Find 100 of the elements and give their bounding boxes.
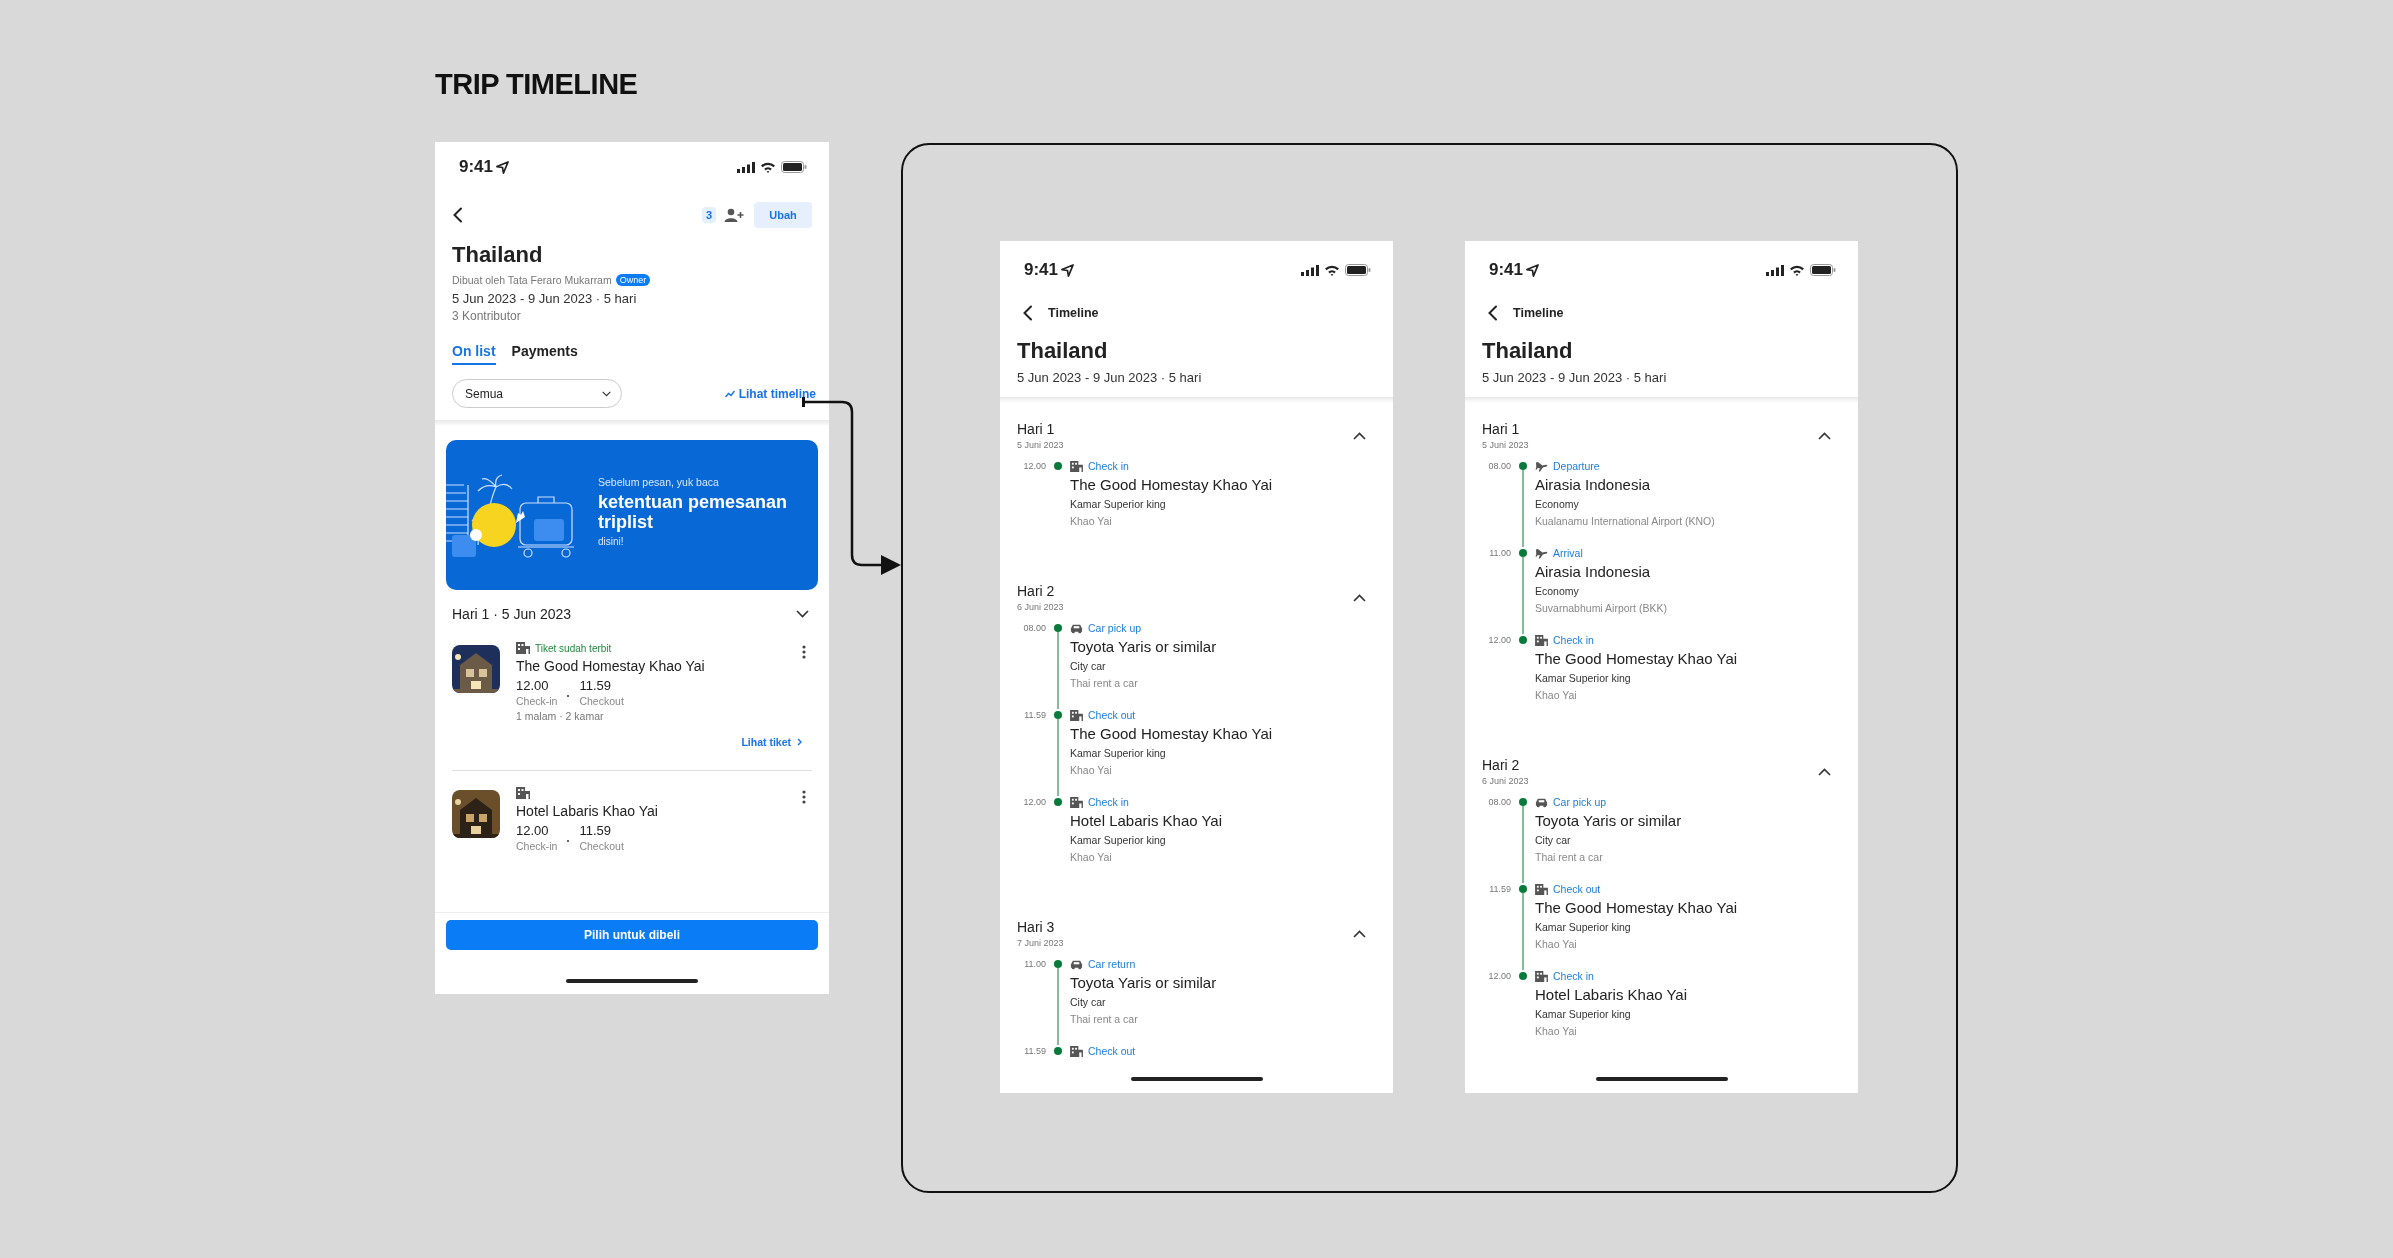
event-title: Toyota Yaris or similar — [1070, 638, 1217, 655]
banner-intro: Sebelum pesan, yuk baca — [598, 476, 720, 488]
day-date: 5 Juni 2023 — [1017, 440, 1064, 450]
event-detail: City car — [1070, 660, 1107, 672]
event-detail: Kamar Superior king — [1535, 672, 1632, 684]
trip-dates: 5 Jun 2023 - 9 Jun 2023 · 5 hari — [1482, 370, 1668, 385]
chevron-down-icon — [602, 390, 611, 397]
event-title: Hotel Labaris Khao Yai — [1070, 812, 1223, 829]
wifi-icon — [1789, 264, 1805, 276]
timeline-dot — [1519, 549, 1527, 557]
back-icon[interactable] — [1487, 305, 1499, 321]
edit-button[interactable]: Ubah — [754, 202, 812, 228]
creator-text: Dibuat oleh Tata Feraro Mukarram — [452, 274, 612, 286]
item-title: The Good Homestay Khao Yai — [516, 658, 706, 674]
back-icon[interactable] — [452, 207, 464, 223]
checkout-label: Checkout — [579, 840, 624, 852]
building-icon — [1070, 460, 1083, 472]
event-type: Check out — [1088, 1045, 1136, 1057]
timeline-dot — [1054, 711, 1062, 719]
event-location: Khao Yai — [1070, 515, 1113, 527]
event-type: Check in — [1553, 634, 1594, 646]
screen-title: Timeline — [1048, 306, 1099, 320]
day-label: Hari 2 — [1017, 583, 1056, 599]
event-title: Toyota Yaris or similar — [1070, 974, 1217, 991]
event-type: Check in — [1088, 460, 1129, 472]
add-person-icon[interactable] — [724, 208, 744, 222]
event-detail: Economy — [1535, 498, 1580, 510]
event-time: 11.59 — [1488, 883, 1511, 896]
day-date: 6 Juni 2023 — [1482, 776, 1529, 786]
location-arrow-icon — [1061, 263, 1075, 277]
view-ticket-link[interactable]: Lihat tiket — [452, 722, 812, 770]
event-type: Check out — [1553, 883, 1601, 895]
battery-icon — [781, 161, 807, 173]
day-label: Hari 1 — [1482, 421, 1521, 437]
car-icon — [1535, 796, 1548, 808]
chevron-up-icon[interactable] — [1353, 593, 1366, 602]
location-arrow-icon — [496, 160, 510, 174]
battery-icon — [1345, 264, 1371, 276]
trend-icon — [724, 389, 735, 398]
checkin-label: Check-in — [516, 840, 558, 852]
event-detail: City car — [1070, 996, 1107, 1008]
info-banner[interactable]: Sebelum pesan, yuk baca ketentuan pemesanan triplist disini! — [446, 440, 818, 590]
event-type: Arrival — [1553, 547, 1583, 559]
timeline-dot — [1519, 885, 1527, 893]
checkout-time: 11.59 — [579, 823, 612, 838]
signal-icon — [1301, 264, 1319, 276]
trip-title: Thailand — [1482, 338, 1574, 364]
event-detail: Kamar Superior king — [1535, 921, 1632, 933]
chevron-right-icon — [797, 738, 802, 746]
timeline-dot — [1054, 624, 1062, 632]
timeline-dot — [1054, 462, 1062, 470]
checkin-label: Check-in — [516, 695, 558, 707]
chevron-down-icon[interactable] — [796, 610, 809, 618]
chevron-up-icon[interactable] — [1818, 431, 1831, 440]
event-time: 08.00 — [1487, 796, 1511, 809]
item-title: Hotel Labaris Khao Yai — [516, 803, 659, 819]
event-title: The Good Homestay Khao Yai — [1535, 899, 1738, 916]
event-title: Airasia Indonesia — [1535, 563, 1652, 580]
event-location: Suvarnabhumi Airport (BKK) — [1535, 602, 1667, 614]
event-detail: Kamar Superior king — [1070, 834, 1167, 846]
more-options-icon[interactable] — [802, 645, 806, 659]
event-time: 11.59 — [1023, 709, 1046, 722]
event-time: 08.00 — [1022, 622, 1046, 635]
timeline-dot — [1519, 462, 1527, 470]
ticket-status: Tiket sudah terbit — [535, 642, 612, 654]
timeline-dot — [1054, 1047, 1062, 1055]
chevron-up-icon[interactable] — [1353, 431, 1366, 440]
event-time: 08.00 — [1487, 460, 1511, 473]
checkin-time: 12.00 — [516, 823, 550, 838]
event-location: Thai rent a car — [1535, 851, 1604, 863]
event-title: Airasia Indonesia — [1535, 476, 1652, 493]
banner-link-text: disini! — [598, 535, 625, 547]
timeline-link[interactable]: Lihat timeline — [724, 386, 816, 401]
event-type: Check out — [1088, 709, 1136, 721]
building-icon — [1070, 1045, 1083, 1057]
contributor-text: 3 Kontributor — [452, 309, 522, 323]
filter-dropdown[interactable]: Semua — [452, 379, 622, 408]
checkin-time: 12.00 — [516, 678, 550, 693]
trip-title: Thailand — [452, 242, 544, 268]
event-type: Car pick up — [1088, 622, 1142, 634]
wifi-icon — [1324, 264, 1340, 276]
page-title: TRIP TIMELINE — [435, 68, 639, 102]
event-time: 12.00 — [1487, 970, 1511, 983]
tab[interactable]: On list — [452, 343, 496, 365]
event-title: Toyota Yaris or similar — [1535, 812, 1682, 829]
tab[interactable]: Payments — [511, 343, 578, 365]
checkout-label: Checkout — [579, 695, 624, 707]
building-icon — [1070, 796, 1083, 808]
chevron-up-icon[interactable] — [1818, 767, 1831, 776]
event-location: Thai rent a car — [1070, 677, 1139, 689]
buy-button[interactable]: Pilih untuk dibeli — [446, 920, 818, 950]
chevron-up-icon[interactable] — [1353, 929, 1366, 938]
event-time: 11.00 — [1488, 547, 1511, 560]
building-icon — [1535, 634, 1548, 646]
more-options-icon[interactable] — [802, 790, 806, 804]
timeline-dot — [1519, 798, 1527, 806]
event-title: Hotel Labaris Khao Yai — [1535, 986, 1688, 1003]
event-type: Car pick up — [1553, 796, 1607, 808]
contributor-count-badge: 3 — [701, 207, 716, 223]
back-icon[interactable] — [1022, 305, 1034, 321]
